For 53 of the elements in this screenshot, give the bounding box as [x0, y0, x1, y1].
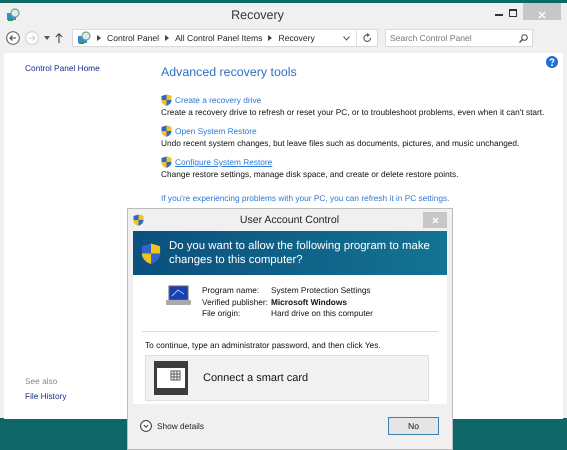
- window-title: Recovery: [230, 8, 285, 22]
- breadcrumb[interactable]: Control Panel: [107, 33, 160, 43]
- up-arrow-icon[interactable]: [55, 33, 63, 43]
- shield-icon: [141, 242, 161, 264]
- smart-card-icon: [154, 361, 188, 395]
- question-text: Do you want to allow the following program to make changes to this computer?: [169, 239, 431, 267]
- shield-icon: [161, 125, 172, 137]
- close-icon: [432, 216, 438, 224]
- sidebar-link[interactable]: Control Panel Home: [25, 63, 100, 73]
- detail-value: System Protection Settings: [270, 285, 372, 295]
- close-icon: [538, 10, 546, 18]
- shield-icon: [161, 94, 172, 106]
- search-field[interactable]: Search Control Panel: [385, 29, 533, 47]
- detail-label: Verified publisher:: [202, 296, 268, 307]
- chevron-down-icon: [140, 420, 152, 432]
- help-icon[interactable]: [546, 56, 558, 68]
- control-panel-icon: [77, 31, 91, 45]
- smart-card-option[interactable]: Connect a smart card: [145, 355, 429, 401]
- control-panel-icon: [6, 8, 20, 22]
- task-description: Create a recovery drive to refresh or reset your PC, or to troubleshoot problems, even when it can't start.: [161, 107, 546, 117]
- see-also-link[interactable]: File History: [25, 391, 66, 401]
- refresh-pc-link[interactable]: If you're experiencing problems with your PC, you can refresh it in PC settings.: [161, 193, 450, 203]
- triangle-right-icon: [268, 35, 272, 41]
- detail-label: File origin:: [202, 308, 242, 318]
- refresh-icon[interactable]: [362, 33, 372, 43]
- show-details-button[interactable]: Show details: [140, 420, 388, 432]
- task-link[interactable]: Open System Restore: [175, 126, 257, 136]
- breadcrumb[interactable]: All Control Panel Items: [175, 33, 262, 43]
- no-button[interactable]: No: [388, 416, 439, 434]
- task-description: Change restore settings, manage disk space, and create or delete restore points.: [161, 169, 460, 179]
- address-bar[interactable]: Control Panel All Control Panel Items Recovery: [72, 29, 378, 47]
- computer-icon: [166, 285, 192, 307]
- page-heading: Advanced recovery tools: [161, 65, 298, 79]
- search-icon[interactable]: [519, 34, 528, 42]
- smart-card-label: Connect a smart card: [203, 372, 308, 384]
- see-also-heading: See also: [25, 376, 58, 386]
- shield-icon: [133, 214, 144, 226]
- chevron-down-icon[interactable]: [343, 36, 350, 40]
- task-link[interactable]: Configure System Restore: [175, 157, 272, 167]
- maximize-icon[interactable]: [509, 9, 517, 17]
- dialog-title: User Account Control: [238, 214, 340, 226]
- detail-value: Microsoft Windows: [270, 296, 348, 307]
- triangle-right-icon: [97, 35, 101, 41]
- detail-value: Hard drive on this computer: [270, 308, 373, 318]
- breadcrumb[interactable]: Recovery: [278, 33, 315, 43]
- detail-label: Program name:: [202, 285, 260, 295]
- triangle-right-icon: [165, 35, 170, 41]
- back-icon[interactable]: [6, 31, 20, 45]
- task-description: Undo recent system changes, but leave files such as documents, pictures, and music unchanged.: [161, 138, 520, 148]
- caret-icon[interactable]: [44, 36, 50, 40]
- shield-icon: [161, 156, 172, 168]
- task-link[interactable]: Create a recovery drive: [175, 95, 262, 105]
- instruction-text: To continue, type an administrator password, and then click Yes.: [145, 340, 382, 350]
